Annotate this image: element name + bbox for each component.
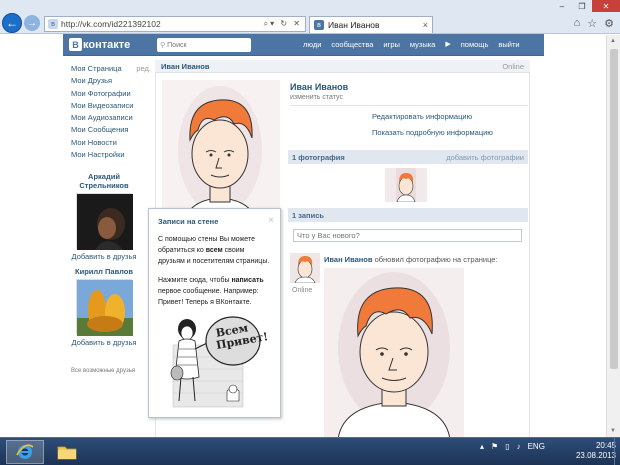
nav-people[interactable]: люди (303, 40, 321, 49)
wall-post-input[interactable] (293, 229, 522, 242)
add-friend-link[interactable]: Добавить в друзья (71, 338, 137, 347)
vk-logo-letter: В (69, 38, 82, 51)
back-button[interactable]: ← (2, 13, 22, 33)
nav-communities[interactable]: сообщества (331, 40, 373, 49)
back-arrow-icon: ← (6, 16, 18, 30)
network-icon[interactable]: ▯ (505, 442, 509, 451)
menu-item-friends[interactable]: Мои Друзья (71, 75, 151, 87)
address-bar[interactable]: в http://vk.com/id221392102 ⌕▾ ↻ ✕ (44, 16, 306, 32)
home-icon[interactable]: ⌂ (574, 17, 581, 30)
new-tab-button[interactable] (434, 18, 448, 32)
clock-date: 23.08.2013 (575, 451, 616, 460)
edit-link[interactable]: ред. (136, 63, 151, 75)
tab-title: Иван Иванов (328, 20, 380, 30)
nav-help[interactable]: помощь (461, 40, 489, 49)
flag-icon[interactable]: ⚑ (491, 442, 498, 451)
browser-tab[interactable]: в Иван Иванов × (309, 16, 433, 33)
vk-header: В контакте ⚲ люди сообщества игры музыка… (63, 34, 544, 56)
ie-icon (16, 444, 34, 459)
close-icon[interactable]: × (268, 215, 274, 226)
up-arrow-icon[interactable]: ▴ (480, 442, 484, 451)
post-author-avatar[interactable] (290, 253, 320, 284)
photo-thumbnail[interactable] (385, 168, 427, 203)
vk-search[interactable]: ⚲ (157, 38, 251, 52)
post-header: Иван Иванов обновил фотографию на страни… (324, 255, 498, 264)
wall-tooltip-popup[interactable]: Записи на стене × С помощью стены Вы мож… (148, 208, 281, 418)
address-url[interactable]: http://vk.com/id221392102 (61, 19, 264, 29)
wall-count[interactable]: 1 запись (292, 211, 324, 220)
profile-header-name: Иван Иванов (161, 61, 210, 71)
popup-title: Записи на стене (158, 217, 219, 226)
friend-photo[interactable] (76, 193, 133, 250)
nav-games[interactable]: игры (383, 40, 400, 49)
divider (290, 105, 528, 106)
minimize-icon[interactable]: – (552, 0, 572, 12)
vk-logo-text: контакте (83, 38, 131, 51)
friend-name[interactable]: Кирилл Павлов (71, 267, 137, 276)
nav-logout[interactable]: выйти (498, 40, 519, 49)
post-author-name[interactable]: Иван Иванов (324, 255, 372, 264)
scroll-down-icon[interactable]: ▼ (610, 428, 616, 434)
page-favicon-icon: в (48, 19, 58, 29)
wall-section-bar: 1 запись (288, 208, 528, 222)
show-desktop-button[interactable] (614, 437, 620, 465)
popup-paragraph-1: С помощью стены Вы можете обратиться ко … (158, 236, 270, 265)
vertical-scrollbar[interactable]: ▲ ▼ (606, 35, 620, 437)
friend-photo[interactable] (76, 279, 133, 336)
play-icon[interactable]: ▶ (445, 40, 450, 49)
menu-item-my-page[interactable]: Моя Страница ред. (71, 63, 151, 75)
suggested-friends: Аркадий Стрельников Добавить в друзья Ки… (71, 172, 137, 353)
menu-item-messages[interactable]: Мои Сообщения (71, 124, 151, 136)
post-action-text: обновил фотографию на странице: (374, 255, 498, 264)
online-status: Online (502, 61, 524, 71)
scroll-up-icon[interactable]: ▲ (610, 38, 616, 44)
tab-close-icon[interactable]: × (423, 20, 428, 30)
change-status-link[interactable]: изменить статус (290, 94, 343, 101)
taskbar-clock[interactable]: 20:45 23.08.2013 (566, 441, 616, 461)
internet-explorer-taskbar-button[interactable] (6, 440, 44, 464)
menu-item-videos[interactable]: Мои Видеозаписи (71, 100, 151, 112)
vk-top-nav: люди сообщества игры музыка ▶ помощь вый… (303, 40, 520, 49)
window-controls: – ❐ ✕ (552, 0, 620, 12)
post-photo[interactable] (324, 268, 464, 441)
friend-name[interactable]: Аркадий Стрельников (71, 172, 137, 190)
folder-icon (57, 446, 77, 460)
post-author-online: Online (292, 287, 313, 294)
vk-logo[interactable]: В контакте (69, 38, 130, 51)
add-photos-link[interactable]: добавить фотографии (446, 153, 524, 162)
clock-time: 20:45 (595, 441, 616, 450)
left-menu: Моя Страница ред. Мои Друзья Мои Фотограф… (71, 63, 151, 161)
maximize-icon[interactable]: ❐ (572, 0, 592, 12)
search-refresh-icons[interactable]: ⌕▾ ↻ ✕ (264, 19, 305, 29)
volume-icon[interactable]: ♪ (517, 442, 521, 451)
menu-item-settings[interactable]: Мои Настройки (71, 149, 151, 161)
search-input[interactable] (167, 41, 248, 49)
search-icon: ⚲ (160, 42, 166, 49)
add-friend-link[interactable]: Добавить в друзья (71, 252, 137, 261)
forward-arrow-icon: → (27, 17, 37, 29)
profile-name-bar: Иван Иванов Online (155, 60, 530, 73)
greeting-illustration: Всем Привет! (167, 315, 269, 415)
keyboard-language[interactable]: ENG (528, 442, 545, 451)
menu-item-audio[interactable]: Мои Аудиозаписи (71, 112, 151, 124)
close-window-icon[interactable]: ✕ (592, 0, 620, 12)
star-icon[interactable]: ☆ (587, 17, 597, 30)
show-info-link[interactable]: Показать подробную информацию (372, 128, 493, 137)
popup-paragraph-2[interactable]: Нажмите сюда, чтобы написать первое сооб… (158, 275, 271, 308)
edit-info-link[interactable]: Редактировать информацию (372, 112, 472, 121)
scroll-thumb[interactable] (610, 49, 618, 369)
all-friends-link[interactable]: Все возможные друзья (71, 368, 135, 374)
vk-tab-icon: в (314, 20, 324, 30)
menu-item-news[interactable]: Мои Новости (71, 137, 151, 149)
forward-button[interactable]: → (24, 15, 40, 31)
gear-icon[interactable]: ⚙ (604, 17, 614, 30)
photos-count[interactable]: 1 фотография (292, 153, 345, 162)
nav-music[interactable]: музыка (410, 40, 435, 49)
profile-name: Иван Иванов (290, 82, 349, 92)
system-tray: ▴ ⚑ ▯ ♪ ENG (480, 442, 545, 451)
photos-section-bar: 1 фотография добавить фотографии (288, 150, 528, 164)
browser-tool-icons: ⌂ ☆ ⚙ (574, 17, 614, 30)
file-explorer-taskbar-button[interactable] (52, 440, 82, 464)
menu-item-photos[interactable]: Мои Фотографии (71, 88, 151, 100)
